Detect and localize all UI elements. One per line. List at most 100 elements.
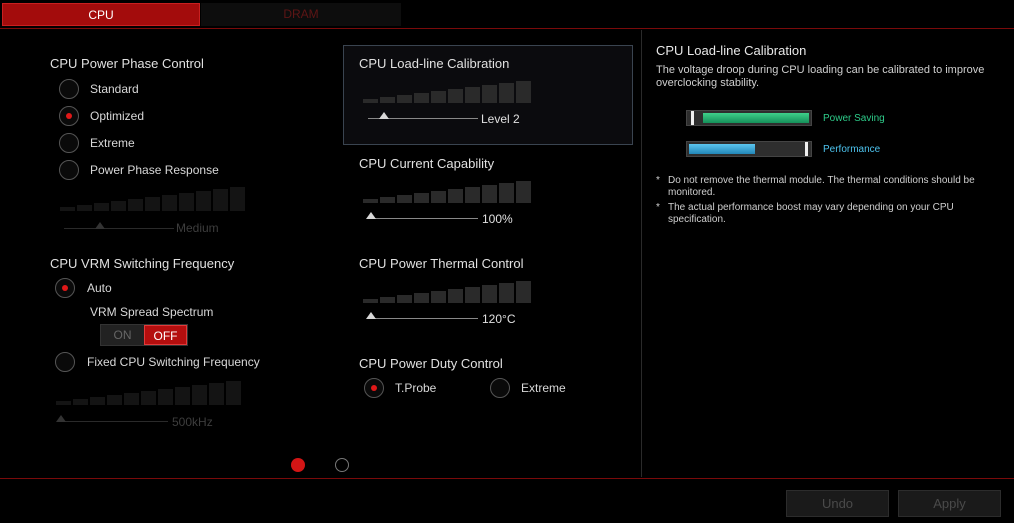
slider-step	[73, 399, 88, 405]
slider-step	[380, 97, 395, 103]
slider-step	[499, 283, 514, 303]
slider-step	[145, 197, 160, 211]
power-saving-bar	[686, 110, 812, 126]
slider-step	[158, 389, 173, 405]
slider-step	[363, 299, 378, 303]
slider-step	[111, 201, 126, 211]
power-phase-response-label: Power Phase Response	[90, 163, 219, 177]
phase-response-steps	[60, 187, 245, 211]
radio-fixed-frequency[interactable]	[55, 352, 75, 372]
current-knob[interactable]	[366, 212, 376, 219]
slider-step	[414, 193, 429, 203]
page-dot-2[interactable]	[335, 458, 349, 472]
slider-step	[397, 295, 412, 303]
slider-step	[448, 289, 463, 303]
panel-divider	[641, 30, 642, 477]
radio-optimized[interactable]	[59, 106, 79, 126]
spread-spectrum-toggle[interactable]: ON OFF	[100, 324, 188, 346]
current-capability-title: CPU Current Capability	[359, 156, 495, 171]
slider-step	[56, 401, 71, 405]
frequency-value: 500kHz	[172, 415, 213, 429]
tab-bar: CPU DRAM	[0, 0, 1014, 29]
llc-knob[interactable]	[379, 112, 389, 119]
info-title: CPU Load-line Calibration	[656, 43, 807, 58]
slider-step	[431, 191, 446, 203]
slider-step	[465, 287, 480, 303]
fixed-frequency-label: Fixed CPU Switching Frequency	[87, 355, 260, 369]
duty-extreme-label: Extreme	[521, 381, 566, 395]
toggle-off-option[interactable]: OFF	[143, 325, 187, 345]
slider-step	[465, 187, 480, 203]
current-track	[368, 218, 478, 219]
spread-spectrum-label: VRM Spread Spectrum	[90, 305, 214, 319]
radio-extreme[interactable]	[59, 133, 79, 153]
slider-step	[162, 195, 177, 211]
thermal-track	[368, 318, 478, 319]
info-description: The voltage droop during CPU loading can…	[656, 64, 985, 89]
note-performance-text: The actual performance boost may vary de…	[668, 202, 954, 225]
tprobe-label: T.Probe	[395, 381, 437, 395]
slider-step	[482, 285, 497, 303]
slider-step	[516, 281, 531, 303]
radio-tprobe[interactable]	[364, 378, 384, 398]
current-value: 100%	[482, 212, 513, 226]
slider-step	[499, 83, 514, 103]
power-saving-fill	[703, 113, 809, 123]
llc-title: CPU Load-line Calibration	[359, 56, 510, 71]
slider-step	[414, 93, 429, 103]
performance-bar	[686, 141, 812, 157]
radio-vrm-auto[interactable]	[55, 278, 75, 298]
slider-step	[179, 193, 194, 211]
phase-response-track	[64, 228, 174, 229]
note-marker: *	[656, 175, 660, 186]
slider-step	[141, 391, 156, 405]
slider-step	[226, 381, 241, 405]
power-saving-marker	[691, 111, 694, 125]
slider-step	[516, 181, 531, 203]
duty-control-title: CPU Power Duty Control	[359, 356, 503, 371]
power-saving-label: Power Saving	[823, 113, 885, 124]
performance-marker	[805, 142, 808, 156]
note-performance: * The actual performance boost may vary …	[656, 202, 1006, 228]
frequency-steps	[56, 381, 241, 405]
llc-value: Level 2	[481, 112, 520, 126]
radio-power-phase-response[interactable]	[59, 160, 79, 180]
undo-button[interactable]: Undo	[786, 490, 889, 517]
performance-fill	[689, 144, 755, 154]
radio-duty-extreme[interactable]	[490, 378, 510, 398]
standard-label: Standard	[90, 82, 139, 96]
phase-response-knob[interactable]	[95, 222, 105, 229]
vrm-title: CPU VRM Switching Frequency	[50, 256, 235, 271]
toggle-on-option[interactable]: ON	[101, 325, 144, 345]
current-steps	[363, 181, 531, 203]
slider-step	[397, 195, 412, 203]
slider-step	[431, 291, 446, 303]
slider-step	[363, 99, 378, 103]
tab-dram[interactable]: DRAM	[201, 3, 401, 26]
extreme-label: Extreme	[90, 136, 135, 150]
slider-step	[90, 397, 105, 405]
page-dot-1[interactable]	[291, 458, 305, 472]
slider-step	[414, 293, 429, 303]
optimized-label: Optimized	[90, 109, 145, 123]
slider-step	[107, 395, 122, 405]
frequency-track	[60, 421, 168, 422]
slider-step	[213, 189, 228, 211]
slider-step	[60, 207, 75, 211]
slider-step	[516, 81, 531, 103]
slider-step	[230, 187, 245, 211]
slider-step	[448, 89, 463, 103]
apply-button[interactable]: Apply	[898, 490, 1001, 517]
slider-step	[94, 203, 109, 211]
radio-standard[interactable]	[59, 79, 79, 99]
slider-step	[397, 95, 412, 103]
note-marker: *	[656, 202, 660, 213]
note-thermal: * Do not remove the thermal module. The …	[656, 175, 1006, 201]
frequency-knob[interactable]	[56, 415, 66, 422]
thermal-control-title: CPU Power Thermal Control	[359, 256, 524, 271]
phase-response-value: Medium	[176, 221, 219, 235]
thermal-knob[interactable]	[366, 312, 376, 319]
slider-step	[380, 197, 395, 203]
tab-cpu[interactable]: CPU	[2, 3, 200, 26]
slider-step	[128, 199, 143, 211]
